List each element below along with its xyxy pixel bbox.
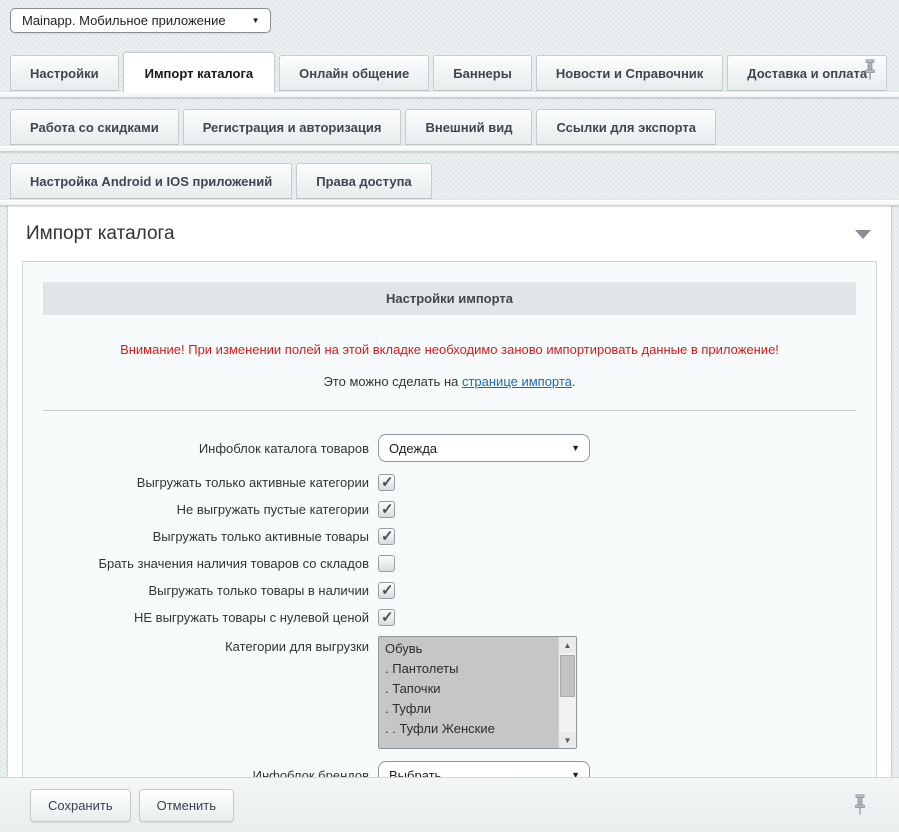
scroll-up-icon[interactable]: ▲ <box>559 637 576 653</box>
form-row-checkbox: Брать значения наличия товаров со складо… <box>43 555 856 572</box>
active-products-checkbox[interactable] <box>378 528 395 545</box>
import-settings-box: Настройки импорта Внимание! При изменени… <box>22 261 877 777</box>
list-item[interactable]: Обувь <box>379 638 558 658</box>
tab-ssylki-dlya-eksporta[interactable]: Ссылки для экспорта <box>536 109 716 145</box>
scroll-down-icon[interactable]: ▼ <box>559 732 576 748</box>
form-row-catalog-iblock: Инфоблок каталога товаров Одежда ▼ <box>43 434 856 462</box>
collapse-section-icon[interactable] <box>855 230 871 239</box>
pushpin-icon <box>853 794 867 816</box>
tab-row-1: Настройки Импорт каталога Онлайн общение… <box>0 52 899 91</box>
no-zero-price-checkbox[interactable] <box>378 609 395 626</box>
form-row-checkbox: Выгружать только активные товары <box>43 528 856 545</box>
field-label: Не выгружать пустые категории <box>43 502 378 517</box>
field-label: Выгружать только активные категории <box>43 475 378 490</box>
app-switcher-label: Mainapp. Мобильное приложение <box>22 13 226 28</box>
form-row-checkbox: НЕ выгружать товары с нулевой ценой <box>43 609 856 626</box>
tab-row-2: Работа со скидками Регистрация и авториз… <box>0 109 899 145</box>
tab-strip-divider-2 <box>0 145 899 152</box>
field-label: Инфоблок брендов <box>43 768 378 778</box>
pushpin-icon <box>863 59 877 81</box>
pin-actionbar-icon[interactable] <box>853 794 867 822</box>
listbox-scrollbar[interactable]: ▲ ▼ <box>558 637 576 748</box>
select-arrow-icon: ▼ <box>571 443 580 453</box>
action-bar: Сохранить Отменить <box>0 777 899 832</box>
select-arrow-icon: ▼ <box>571 770 580 777</box>
active-categories-checkbox[interactable] <box>378 474 395 491</box>
cancel-button[interactable]: Отменить <box>139 789 234 822</box>
catalog-iblock-select[interactable]: Одежда ▼ <box>378 434 590 462</box>
pin-tabs-icon[interactable] <box>863 59 877 81</box>
tab-row-3: Настройка Android и IOS приложений Права… <box>0 163 899 199</box>
field-label: НЕ выгружать товары с нулевой ценой <box>43 610 378 625</box>
categories-multiselect[interactable]: Обувь . Пантолеты . Тапочки . Туфли . . … <box>378 636 577 749</box>
tab-registratsiya-i-avtorizatsiya[interactable]: Регистрация и авторизация <box>183 109 402 145</box>
note-suffix: . <box>572 374 576 389</box>
tab-strip-divider-3 <box>0 199 899 206</box>
selected-value: Одежда <box>389 441 437 456</box>
field-label: Категории для выгрузки <box>43 636 378 654</box>
box-header: Настройки импорта <box>43 282 856 315</box>
tab-novosti-i-spravochnik[interactable]: Новости и Справочник <box>536 55 723 91</box>
category-options: Обувь . Пантолеты . Тапочки . Туфли . . … <box>379 637 558 748</box>
content-panel: Импорт каталога Настройки импорта Вниман… <box>8 206 891 777</box>
stock-values-checkbox[interactable] <box>378 555 395 572</box>
tab-nastroyka-android-ios[interactable]: Настройка Android и IOS приложений <box>10 163 292 199</box>
scrollbar-track[interactable] <box>559 653 576 732</box>
field-label: Брать значения наличия товаров со складо… <box>43 556 378 571</box>
tab-nastroyki[interactable]: Настройки <box>10 55 119 91</box>
tab-prava-dostupa[interactable]: Права доступа <box>296 163 431 199</box>
chevron-down-icon: ▼ <box>252 16 260 25</box>
divider <box>43 410 856 411</box>
warning-text: Внимание! При изменении полей на этой вк… <box>43 342 856 357</box>
selected-value: Выбрать <box>389 768 441 778</box>
app-switcher-dropdown[interactable]: Mainapp. Мобильное приложение ▼ <box>10 8 271 33</box>
save-button[interactable]: Сохранить <box>30 789 131 822</box>
tab-rabota-so-skidkami[interactable]: Работа со скидками <box>10 109 179 145</box>
form-row-brands-iblock: Инфоблок брендов Выбрать ▼ <box>43 761 856 777</box>
tab-import-kataloga[interactable]: Импорт каталога <box>123 52 276 93</box>
form-row-categories: Категории для выгрузки Обувь . Пантолеты… <box>43 636 856 749</box>
top-bar: Mainapp. Мобильное приложение ▼ <box>0 0 899 32</box>
page-title: Импорт каталога <box>26 223 175 245</box>
scrollbar-thumb[interactable] <box>560 655 575 697</box>
tab-vneshniy-vid[interactable]: Внешний вид <box>405 109 532 145</box>
tab-bannery[interactable]: Баннеры <box>433 55 532 91</box>
list-item[interactable]: . . Туфли Женские <box>379 718 558 738</box>
in-stock-only-checkbox[interactable] <box>378 582 395 599</box>
field-label: Выгружать только активные товары <box>43 529 378 544</box>
list-item[interactable]: . Тапочки <box>379 678 558 698</box>
note-prefix: Это можно сделать на <box>323 374 462 389</box>
import-page-link[interactable]: странице импорта <box>462 374 572 389</box>
list-item[interactable]: . Туфли <box>379 698 558 718</box>
section-header: Импорт каталога <box>8 206 891 254</box>
form-row-checkbox: Не выгружать пустые категории <box>43 501 856 518</box>
field-label: Выгружать только товары в наличии <box>43 583 378 598</box>
skip-empty-categories-checkbox[interactable] <box>378 501 395 518</box>
note-text: Это можно сделать на странице импорта. <box>43 374 856 389</box>
form-row-checkbox: Выгружать только активные категории <box>43 474 856 491</box>
brands-iblock-select[interactable]: Выбрать ▼ <box>378 761 590 777</box>
form-row-checkbox: Выгружать только товары в наличии <box>43 582 856 599</box>
list-item[interactable]: . Пантолеты <box>379 658 558 678</box>
field-label: Инфоблок каталога товаров <box>43 441 378 456</box>
tab-onlayn-obshchenie[interactable]: Онлайн общение <box>279 55 429 91</box>
